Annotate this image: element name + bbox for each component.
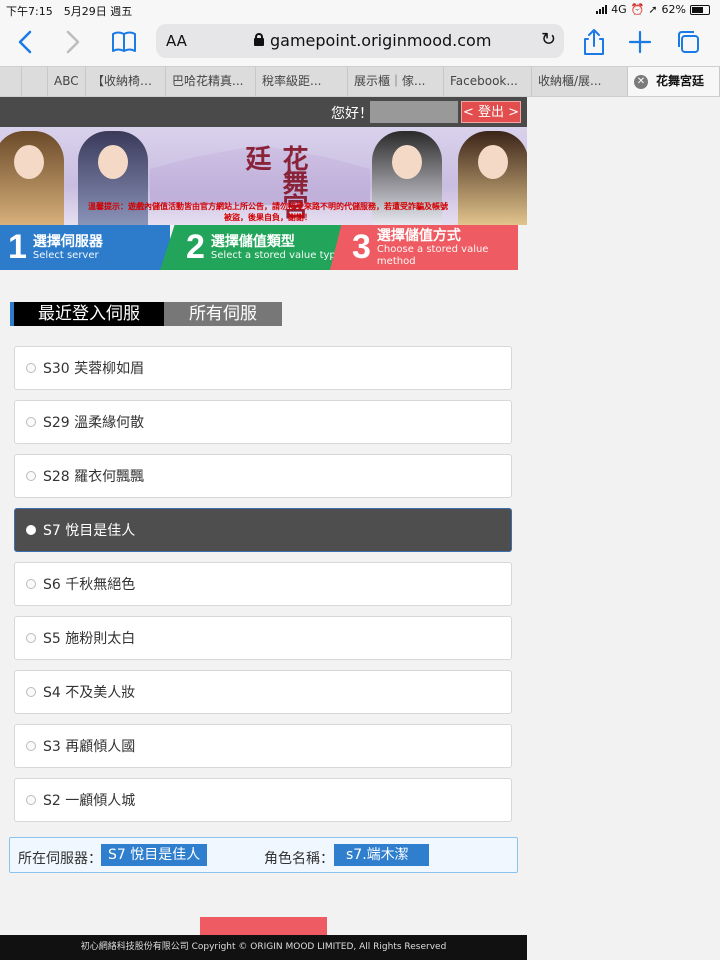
step-number: 3 xyxy=(352,228,371,266)
role-info-value: s7.端木潔 xyxy=(334,844,429,866)
step-subtitle: Select a stored value type xyxy=(210,249,342,261)
step-3: 3 選擇儲值方式 Choose a stored value method xyxy=(330,225,518,270)
banner-warning: 溫馨提示：遊戲內儲值活動皆由官方網站上所公告，請勿接受來路不明的代儲服務，若遭受… xyxy=(88,202,448,222)
location-icon: ➚ xyxy=(648,3,658,16)
site-footer: 初心網絡科技股份有限公司 Copyright © ORIGIN MOOD LIM… xyxy=(0,935,527,960)
game-banner: 花舞宮廷 溫馨提示：遊戲內儲值活動皆由官方網站上所公告，請勿接受來路不明的代儲服… xyxy=(0,127,527,225)
server-option[interactable]: S5 施粉則太白 xyxy=(14,616,512,660)
radio-button[interactable] xyxy=(26,363,36,373)
server-option-label: S28 羅衣何飄飄 xyxy=(43,469,145,485)
step-title: 選擇儲值類型 xyxy=(210,233,295,250)
step-number: 1 xyxy=(8,228,27,266)
server-tabs: 最近登入伺服 所有伺服 xyxy=(10,302,282,326)
tab-active[interactable]: ✕ 花舞宮廷 xyxy=(628,67,720,96)
tab-item[interactable]: 收納櫃/展... xyxy=(532,67,628,96)
server-option-label: S2 一顧傾人城 xyxy=(43,793,136,809)
server-option-label: S3 再顧傾人國 xyxy=(43,739,136,755)
reload-icon[interactable]: ↻ xyxy=(541,29,556,50)
selection-info: 所在伺服器： S7 悅目是佳人 角色名稱： s7.端木潔 xyxy=(9,837,518,873)
tab-item[interactable]: 稅率級距... xyxy=(256,67,348,96)
step-title: 選擇儲值方式 xyxy=(376,227,461,244)
character-illustration xyxy=(0,131,64,225)
lock-icon xyxy=(254,33,264,46)
step-2: 2 選擇儲值類型 Select a stored value type xyxy=(160,225,342,270)
radio-button[interactable] xyxy=(26,579,36,589)
logout-button[interactable]: < 登出 > xyxy=(461,101,521,123)
role-info-label: 角色名稱： xyxy=(264,851,334,867)
server-option-label: S30 芙蓉柳如眉 xyxy=(43,361,145,377)
network-label: 4G xyxy=(611,3,627,16)
step-subtitle: Choose a stored value method xyxy=(376,243,489,267)
radio-button[interactable] xyxy=(26,795,36,805)
tab-item[interactable]: 【收納椅】... xyxy=(86,67,166,96)
close-tab-icon[interactable]: ✕ xyxy=(634,74,648,89)
radio-button[interactable] xyxy=(26,633,36,643)
alarm-icon: ⏰ xyxy=(630,3,645,16)
tab-strip: ABC 【收納椅】... 巴哈花精真... 稅率級距... 展示櫃｜傢... F… xyxy=(0,66,720,97)
server-info-label: 所在伺服器： xyxy=(18,851,102,867)
status-bar: 下午7:15 5月29日 週五 4G ⏰ ➚ 62% xyxy=(0,0,720,20)
server-option-label: S5 施粉則太白 xyxy=(43,631,136,647)
server-option-label: S6 千秋無絕色 xyxy=(43,577,136,593)
battery-percent: 62% xyxy=(661,3,686,16)
step-title: 選擇伺服器 xyxy=(32,233,103,250)
server-option[interactable]: S29 溫柔緣何散 xyxy=(14,400,512,444)
battery-icon xyxy=(690,4,710,15)
server-info-value: S7 悅目是佳人 xyxy=(101,844,207,866)
server-list: S30 芙蓉柳如眉 S29 溫柔緣何散 S28 羅衣何飄飄 S7 悅目是佳人 S6 千秋… xyxy=(14,346,512,832)
radio-button[interactable] xyxy=(26,471,36,481)
tab-all-servers[interactable]: 所有伺服 xyxy=(164,302,282,326)
username-masked xyxy=(370,101,458,123)
tab-active-label: 花舞宮廷 xyxy=(656,74,705,88)
radio-button[interactable] xyxy=(26,741,36,751)
signal-icon xyxy=(596,5,608,14)
step-subtitle: Select server xyxy=(32,249,99,261)
reader-aa-button[interactable]: AA xyxy=(166,32,187,50)
web-page: 您好！ < 登出 > 花舞宮廷 溫馨提示：遊戲內儲值活動皆由官方網站上所公告，請… xyxy=(0,97,720,960)
forward-icon[interactable] xyxy=(56,26,88,58)
tab-collapsed[interactable] xyxy=(0,67,22,96)
tab-item[interactable]: ABC xyxy=(48,67,86,96)
url-text: gamepoint.originmood.com xyxy=(270,31,492,50)
server-option[interactable]: S6 千秋無絕色 xyxy=(14,562,512,606)
back-icon[interactable] xyxy=(10,26,42,58)
new-tab-icon[interactable] xyxy=(624,26,656,58)
step-1: 1 選擇伺服器 Select server xyxy=(0,225,170,270)
server-option[interactable]: S7 悅目是佳人 xyxy=(14,508,512,552)
status-time-date: 下午7:15 5月29日 週五 xyxy=(6,5,133,18)
steps-bar: 1 選擇伺服器 Select server 2 選擇儲值類型 Select a st… xyxy=(0,225,527,270)
share-icon[interactable] xyxy=(578,26,610,58)
server-option[interactable]: S2 一顧傾人城 xyxy=(14,778,512,822)
tab-item[interactable]: 巴哈花精真... xyxy=(166,67,256,96)
tab-recent-servers[interactable]: 最近登入伺服 xyxy=(10,302,164,326)
tab-item[interactable]: 展示櫃｜傢... xyxy=(348,67,444,96)
tabs-overview-icon[interactable] xyxy=(672,26,704,58)
browser-toolbar: AA gamepoint.originmood.com ↻ xyxy=(0,20,720,66)
server-option[interactable]: S4 不及美人妝 xyxy=(14,670,512,714)
tab-item[interactable]: Facebook... xyxy=(444,67,532,96)
server-option[interactable]: S28 羅衣何飄飄 xyxy=(14,454,512,498)
server-option-label: S4 不及美人妝 xyxy=(43,685,136,701)
address-bar[interactable]: AA gamepoint.originmood.com ↻ xyxy=(156,24,564,58)
character-illustration xyxy=(458,131,527,225)
server-option[interactable]: S3 再顧傾人國 xyxy=(14,724,512,768)
tab-collapsed[interactable] xyxy=(22,67,48,96)
status-indicators: 4G ⏰ ➚ 62% xyxy=(596,3,710,16)
radio-button[interactable] xyxy=(26,525,36,535)
step-number: 2 xyxy=(186,228,205,266)
site-topbar: 您好！ < 登出 > xyxy=(0,97,527,127)
radio-button[interactable] xyxy=(26,417,36,427)
server-option-label: S29 溫柔緣何散 xyxy=(43,415,145,431)
greeting-text: 您好！ xyxy=(331,106,373,122)
radio-button[interactable] xyxy=(26,687,36,697)
server-option[interactable]: S30 芙蓉柳如眉 xyxy=(14,346,512,390)
bookmarks-icon[interactable] xyxy=(108,26,140,58)
server-option-label: S7 悅目是佳人 xyxy=(43,523,136,539)
next-button[interactable] xyxy=(200,917,327,937)
